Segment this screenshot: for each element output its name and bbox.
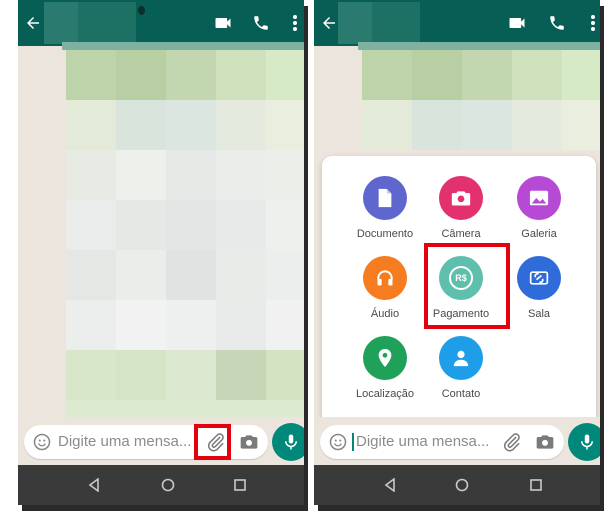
attach-option-label: Galeria	[521, 228, 557, 240]
attach-option-label: Câmera	[441, 228, 481, 240]
attach-clip-icon[interactable]	[502, 432, 522, 452]
system-navbar	[314, 465, 600, 505]
pixelated-banner	[358, 42, 600, 50]
video-call-icon[interactable]	[504, 10, 530, 36]
contact-icon	[439, 336, 483, 380]
back-arrow-icon[interactable]	[20, 10, 46, 36]
location-icon	[363, 336, 407, 380]
attach-option-label: Contato	[441, 388, 481, 400]
attach-option-gallery[interactable]: Galeria	[494, 176, 584, 240]
mic-icon	[581, 434, 593, 450]
video-call-icon[interactable]	[210, 10, 236, 36]
message-placeholder: Digite uma mensa...	[356, 433, 490, 450]
message-field[interactable]: Digite uma mensa...	[320, 425, 564, 459]
emoji-icon[interactable]	[329, 433, 347, 451]
contact-avatar[interactable]	[44, 2, 78, 44]
message-input-bar: Digite uma mensa...	[314, 417, 600, 465]
message-input-bar: Digite uma mensa...	[18, 417, 304, 465]
attach-option-camera[interactable]: Câmera	[416, 176, 506, 240]
attach-highlight	[194, 424, 231, 460]
more-options-icon[interactable]	[282, 10, 304, 36]
nav-home-icon[interactable]	[452, 475, 472, 495]
phone-left: Digite uma mensa...	[18, 0, 304, 505]
nav-back-icon[interactable]	[84, 475, 104, 495]
system-navbar	[18, 465, 304, 505]
camera-icon	[439, 176, 483, 220]
status-dot-icon	[138, 6, 145, 15]
contact-name-blurred[interactable]	[372, 2, 420, 44]
pixelated-messages	[66, 50, 304, 422]
voice-call-icon[interactable]	[248, 10, 274, 36]
emoji-icon[interactable]	[33, 433, 51, 451]
app-header	[18, 0, 304, 46]
mic-button[interactable]	[568, 423, 600, 461]
payment-highlight	[424, 243, 510, 329]
pixelated-banner	[62, 42, 304, 50]
room-icon	[517, 256, 561, 300]
document-icon	[363, 176, 407, 220]
nav-home-icon[interactable]	[158, 475, 178, 495]
camera-icon[interactable]	[535, 432, 555, 452]
attach-option-contact[interactable]: Contato	[416, 336, 506, 400]
app-header	[314, 0, 600, 46]
contact-name-blurred[interactable]	[78, 2, 136, 44]
headphones-icon	[363, 256, 407, 300]
mic-button[interactable]	[272, 423, 304, 461]
chat-area: Documento Câmera Galeria Áudio R$ Pagame…	[314, 42, 600, 456]
mic-icon	[285, 434, 297, 450]
more-options-icon[interactable]	[580, 10, 600, 36]
camera-icon[interactable]	[239, 432, 259, 452]
text-cursor	[352, 433, 354, 451]
chat-area	[18, 42, 304, 422]
message-field[interactable]: Digite uma mensa...	[24, 425, 268, 459]
gallery-icon	[517, 176, 561, 220]
contact-avatar[interactable]	[338, 2, 372, 44]
nav-recents-icon[interactable]	[230, 475, 250, 495]
nav-recents-icon[interactable]	[526, 475, 546, 495]
message-placeholder: Digite uma mensa...	[58, 433, 192, 450]
nav-back-icon[interactable]	[380, 475, 400, 495]
voice-call-icon[interactable]	[544, 10, 570, 36]
